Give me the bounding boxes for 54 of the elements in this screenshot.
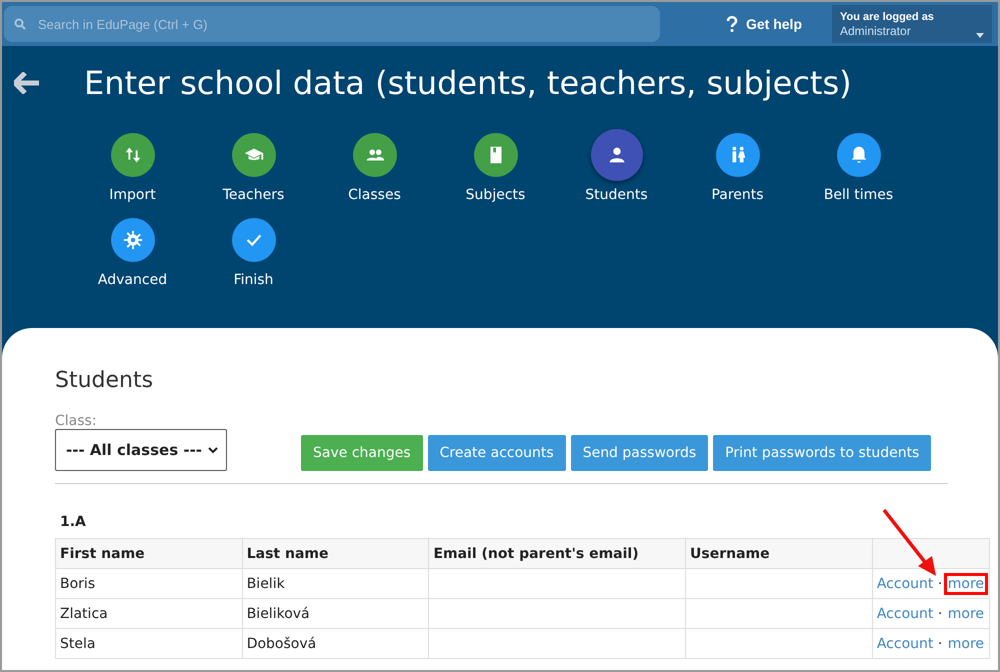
step-label[interactable]: Finish [234, 272, 274, 288]
more-link[interactable]: more [946, 636, 985, 652]
login-caption: You are logged as [840, 11, 935, 23]
page-title: Enter school data (students, teachers, subjects) [84, 64, 852, 102]
more-link[interactable]: more [946, 576, 985, 592]
table-cell: Stela [56, 628, 242, 658]
back-arrow-icon[interactable] [14, 72, 40, 94]
question-mark-icon[interactable] [726, 16, 738, 32]
table-cell: Bielik [242, 568, 429, 598]
step-label[interactable]: Parents [711, 187, 764, 203]
step-label[interactable]: Subjects [466, 187, 526, 203]
step-button[interactable] [110, 133, 154, 177]
step-button[interactable] [232, 218, 276, 262]
step-button[interactable] [352, 133, 396, 177]
step-label[interactable]: Classes [348, 187, 401, 203]
login-menu[interactable]: You are logged as Administrator [832, 5, 992, 43]
separator-dot: · [938, 576, 942, 592]
account-link[interactable]: Account [876, 606, 934, 622]
step-icon [122, 229, 144, 251]
column-header: First name [56, 538, 242, 568]
section-title: Students [55, 368, 154, 393]
caret-icon [208, 446, 218, 454]
step-button[interactable] [232, 133, 276, 177]
search-icon [14, 18, 26, 30]
separator-dot: · [938, 606, 942, 622]
more-link[interactable]: more [946, 606, 985, 622]
step-button[interactable] [474, 133, 518, 177]
account-link[interactable]: Account [876, 636, 934, 652]
step-button[interactable] [716, 133, 760, 177]
table-cell: Bieliková [242, 598, 429, 628]
step-label[interactable]: Bell times [824, 187, 894, 203]
step-label[interactable]: Advanced [98, 272, 168, 288]
annotation-arrow [882, 508, 938, 578]
step-label[interactable]: Students [585, 187, 648, 203]
account-link[interactable]: Account [876, 576, 934, 592]
column-header: Username [686, 538, 872, 568]
table-cell: Zlatica [56, 598, 242, 628]
class-label: Class: [55, 413, 98, 429]
class-dropdown[interactable]: --- All classes --- [55, 429, 227, 471]
step-button[interactable] [590, 129, 642, 181]
table-cell: Dobošová [242, 628, 429, 658]
step-label[interactable]: Import [109, 187, 156, 203]
separator-dot: · [938, 636, 942, 652]
column-header: Last name [242, 538, 429, 568]
column-header: Email (not parent's email) [428, 538, 686, 568]
class-heading: 1.A [60, 514, 87, 530]
step-button[interactable] [110, 218, 154, 262]
search-field[interactable]: Search in EduPage (Ctrl + G) [4, 6, 660, 42]
caret-icon [976, 33, 984, 38]
step-button[interactable] [836, 133, 880, 177]
help-link[interactable]: Get help [746, 16, 802, 32]
table-cell: Boris [56, 568, 242, 598]
user-role: Administrator [840, 24, 912, 38]
step-label[interactable]: Teachers [222, 187, 284, 203]
